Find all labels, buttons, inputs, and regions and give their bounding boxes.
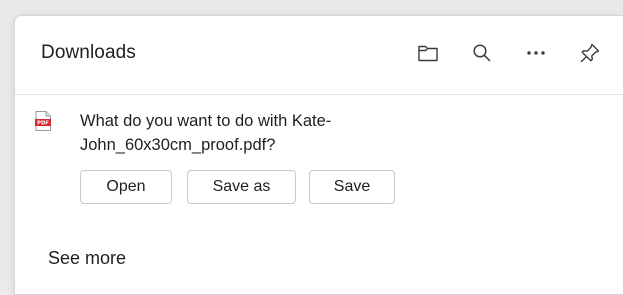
save-button[interactable]: Save [309,170,395,204]
search-icon[interactable] [467,38,497,68]
download-prompt-message: What do you want to do with Kate-John_60… [80,112,332,154]
panel-title: Downloads [41,42,136,63]
pdf-icon-label: PDF [37,121,49,127]
open-button[interactable]: Open [80,170,172,204]
see-more-link[interactable]: See more [48,248,126,269]
folder-icon[interactable] [413,38,443,68]
save-as-button[interactable]: Save as [187,170,296,204]
downloads-header: Downloads [15,16,623,94]
pin-icon[interactable] [575,38,605,68]
downloads-panel: Downloads PDF What do you want to do wit… [14,15,623,295]
download-item: PDF What do you want to do with Kate-Joh… [15,95,623,223]
more-options-icon[interactable] [521,38,551,68]
pdf-file-icon: PDF [35,111,51,131]
